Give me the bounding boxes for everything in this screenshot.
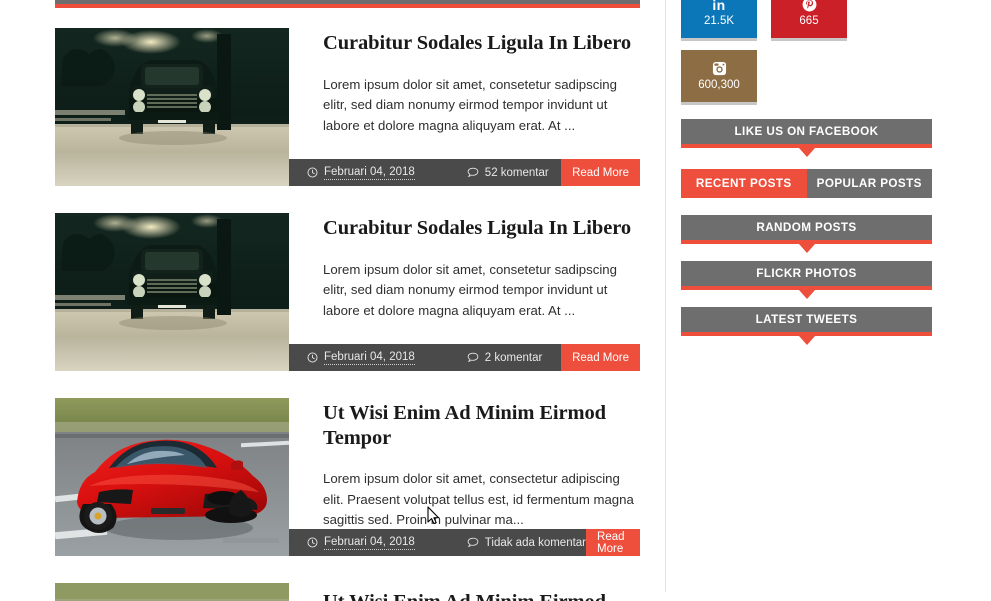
pinterest-icon: [802, 0, 817, 12]
post-meta-bar: Februari 04, 2018 52 komentar Read More: [289, 159, 640, 186]
post-meta-bar: Februari 04, 2018 Tidak ada komentar Rea…: [289, 529, 640, 556]
social-button-pinterest[interactable]: 665: [771, 0, 847, 38]
widget-title: FLICKR PHOTOS: [681, 261, 932, 290]
widget-title: RANDOM POSTS: [681, 215, 932, 244]
post-title[interactable]: Ut Wisi Enim Ad Minim Eirmod Tempor: [323, 583, 640, 601]
post-body: Curabitur Sodales Ligula In Libero Lorem…: [289, 213, 640, 371]
content-sidebar-divider: [665, 0, 666, 592]
instagram-icon: [712, 61, 727, 76]
post-excerpt: Lorem ipsum dolor sit amet, consectetur …: [323, 471, 634, 528]
widget-title: LATEST TWEETS: [681, 307, 932, 336]
post-item[interactable]: Curabitur Sodales Ligula In Libero Lorem…: [55, 28, 640, 186]
widget-flickr-photos: FLICKR PHOTOS: [681, 261, 932, 290]
post-date-text: Februari 04, 2018: [324, 535, 415, 550]
social-count-linkedin: 21.5K: [703, 14, 735, 27]
post-item[interactable]: Ut Wisi Enim Ad Minim Eirmod Tempor: [55, 583, 640, 601]
post-meta-bar: Februari 04, 2018 2 komentar Read More: [289, 344, 640, 371]
landscape-thumbnail-image: [55, 583, 289, 601]
post-title[interactable]: Ut Wisi Enim Ad Minim Eirmod Tempor: [323, 398, 640, 450]
comment-bubble-icon: [467, 352, 479, 363]
post-body: Curabitur Sodales Ligula In Libero Lorem…: [289, 28, 640, 186]
tab-recent-posts[interactable]: RECENT POSTS: [681, 169, 807, 198]
comment-bubble-icon: [467, 167, 479, 178]
blog-page: Curabitur Sodales Ligula In Libero Lorem…: [0, 0, 991, 601]
vintage-black-car-at-night-image: [55, 213, 289, 371]
post-thumbnail[interactable]: [55, 213, 289, 371]
post-list: Curabitur Sodales Ligula In Libero Lorem…: [55, 28, 640, 583]
social-button-instagram[interactable]: 600,300: [681, 50, 757, 102]
post-excerpt: Lorem ipsum dolor sit amet, consetetur s…: [323, 76, 617, 133]
clock-icon: [307, 167, 318, 178]
clock-icon: [307, 352, 318, 363]
post-thumbnail[interactable]: [55, 583, 289, 601]
read-more-button[interactable]: Read More: [586, 529, 640, 556]
post-comment-count[interactable]: Tidak ada komentar: [467, 537, 586, 549]
scrolled-widget-header-partial: [55, 0, 640, 8]
post-title[interactable]: Curabitur Sodales Ligula In Libero: [323, 213, 640, 241]
post-comment-text: 52 komentar: [484, 166, 549, 179]
post-date-text: Februari 04, 2018: [324, 165, 415, 180]
post-excerpt: Lorem ipsum dolor sit amet, consetetur s…: [323, 261, 617, 318]
comment-bubble-icon: [467, 537, 479, 548]
read-more-button[interactable]: Read More: [561, 344, 640, 371]
widget-title: LIKE US ON FACEBOOK: [681, 119, 932, 148]
post-title[interactable]: Curabitur Sodales Ligula In Libero: [323, 28, 640, 56]
post-date[interactable]: Februari 04, 2018: [307, 166, 415, 180]
post-date[interactable]: Februari 04, 2018: [307, 536, 415, 550]
post-comment-count[interactable]: 52 komentar: [467, 167, 549, 179]
post-body: Ut Wisi Enim Ad Minim Eirmod Tempor: [289, 583, 640, 601]
post-comment-text: Tidak ada komentar: [484, 536, 587, 549]
sidebar: in 21.5K 665 600,300 LIKE US ON FACEBOOK…: [681, 0, 932, 336]
posts-tab-group: RECENT POSTS POPULAR POSTS: [681, 169, 932, 198]
post-body: Ut Wisi Enim Ad Minim Eirmod Tempor Lore…: [289, 398, 640, 556]
post-item[interactable]: Curabitur Sodales Ligula In Libero Lorem…: [55, 213, 640, 371]
post-comment-count[interactable]: 2 komentar: [467, 351, 543, 364]
clock-icon: [307, 537, 318, 548]
tab-popular-posts[interactable]: POPULAR POSTS: [806, 169, 932, 198]
post-thumbnail[interactable]: [55, 28, 289, 186]
post-thumbnail[interactable]: [55, 398, 289, 556]
widget-random-posts: RANDOM POSTS: [681, 215, 932, 244]
read-more-button[interactable]: Read More: [561, 159, 640, 186]
linkedin-icon: in: [712, 0, 726, 13]
widget-like-us-on-facebook: LIKE US ON FACEBOOK: [681, 119, 932, 148]
post-item[interactable]: Ut Wisi Enim Ad Minim Eirmod Tempor Lore…: [55, 398, 640, 556]
social-count-instagram: 600,300: [698, 79, 740, 91]
post-date[interactable]: Februari 04, 2018: [307, 351, 415, 365]
social-counter-widget: in 21.5K 665 600,300: [681, 0, 932, 102]
social-count-pinterest: 665: [799, 15, 819, 27]
post-comment-text: 2 komentar: [484, 351, 543, 364]
social-button-linkedin[interactable]: in 21.5K: [681, 0, 757, 38]
post-date-text: Februari 04, 2018: [324, 350, 415, 365]
widget-latest-tweets: LATEST TWEETS: [681, 307, 932, 336]
vintage-black-car-at-night-image: [55, 28, 289, 186]
red-ferrari-sports-car-on-road-image: [55, 398, 289, 556]
